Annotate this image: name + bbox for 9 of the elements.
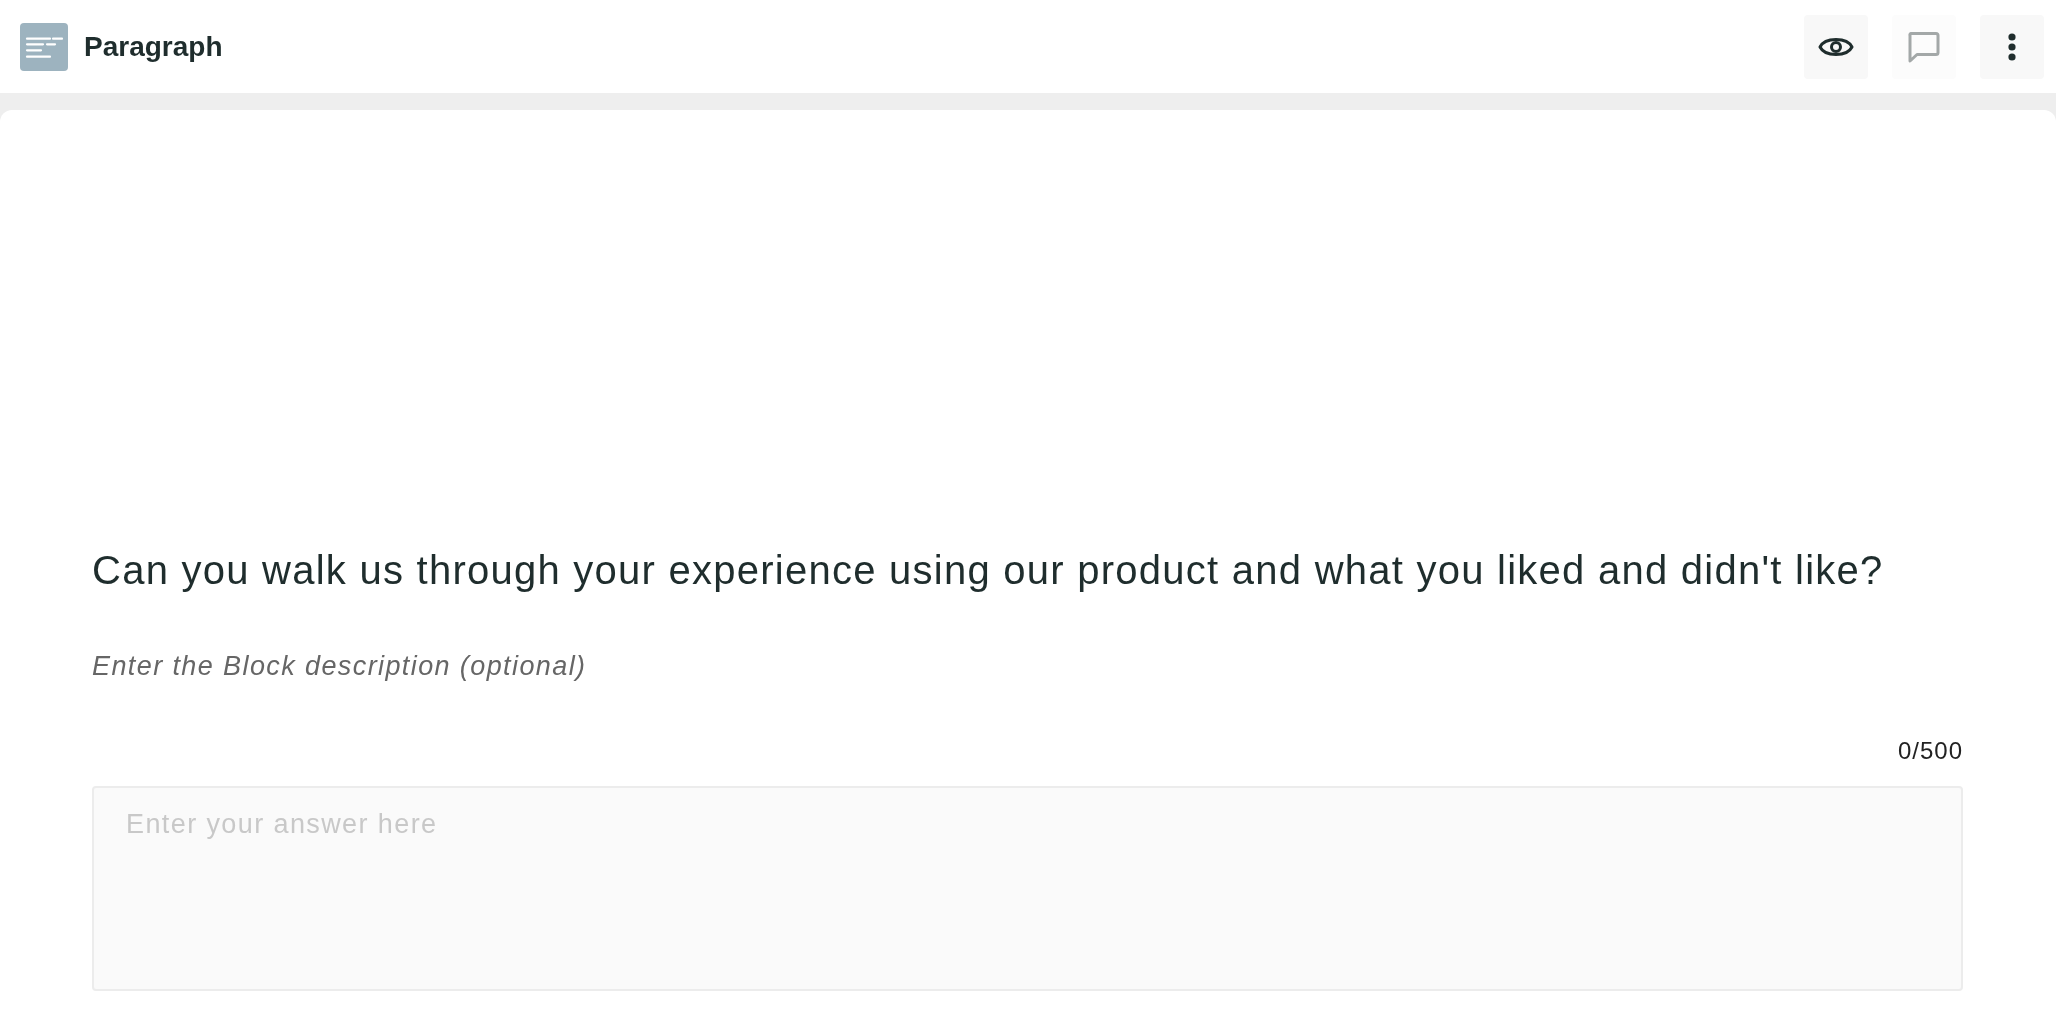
preview-button[interactable]	[1804, 14, 1868, 79]
description-field[interactable]: Enter the Block description (optional)	[92, 650, 1963, 682]
block-type-title: Paragraph	[84, 29, 223, 64]
more-options-button[interactable]	[1980, 14, 2044, 79]
paragraph-type-icon	[20, 22, 68, 71]
speech-bubble-icon	[1907, 30, 1941, 63]
character-counter: 0/500	[1897, 736, 1963, 765]
more-options-icon	[2008, 32, 2016, 61]
question-text: Can you walk us through your experience using our product and what you liked and didn't like?	[92, 547, 1885, 594]
